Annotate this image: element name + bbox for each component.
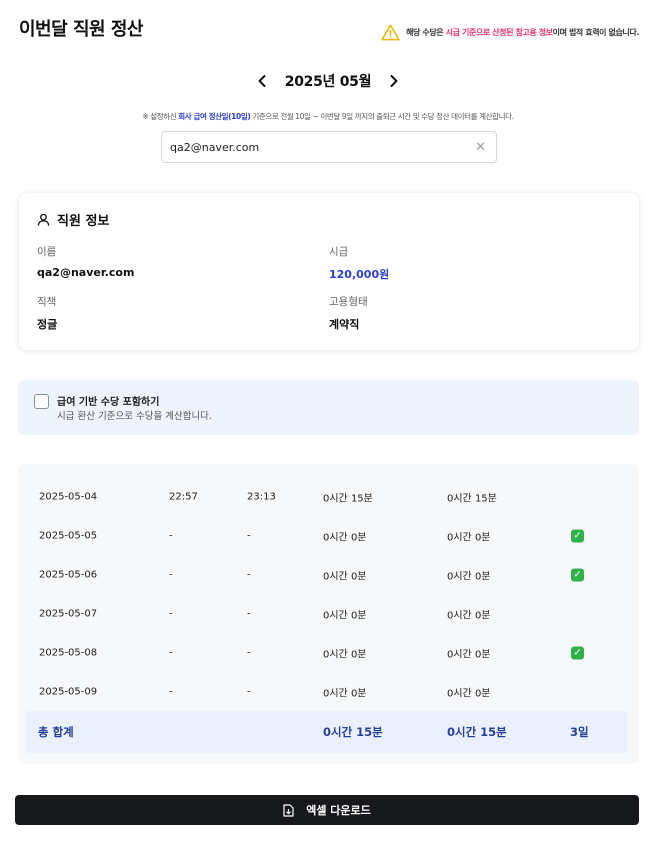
row-date: 2025-05-04 [39,491,98,502]
row-worked: 0시간 0분 [323,571,367,582]
total-days: 3일 [570,725,589,739]
disclaimer-notice: 해당 수당은 시급 기준으로 산정된 참고용 정보이며 법적 효력이 없습니다. [381,24,639,41]
desc-highlight: 회사 급여 정산일(10일) [178,112,251,121]
row-date: 2025-05-08 [39,647,98,658]
row-worked: 0시간 0분 [323,688,367,699]
include-allowance-option[interactable]: 급여 기반 수당 포함하기 시급 환산 기준으로 수당을 계산합니다. [18,380,639,435]
wage-label: 시급 [329,246,349,258]
row-clock-in: - [169,530,173,541]
table-row: 2025-05-04 22:57 23:13 0시간 15분 0시간 15분 [18,477,639,516]
row-paid: 0시간 0분 [447,532,491,543]
employment-field: 고용형태 계약직 [329,294,368,332]
desc-prefix: ※ 설정하신 [142,112,179,121]
employment-value: 계약직 [329,318,360,331]
settlement-description: ※ 설정하신 회사 급여 정산일(10일) 기준으로 전월 10일 ~ 이번달 … [0,111,656,122]
chevron-right-icon[interactable] [385,70,403,92]
total-label: 총 합계 [38,725,74,739]
row-paid: 0시간 0분 [447,649,491,660]
check-icon: ✓ [571,568,584,581]
desc-suffix: 기준으로 전월 10일 ~ 이번달 9일 까지의 출퇴근 시간 및 수당 정산 … [250,112,514,121]
row-clock-out: - [247,686,251,697]
table-row: 2025-05-07 - - 0시간 0분 0시간 0분 [18,594,639,633]
name-value: qa2@naver.com [37,266,135,279]
row-date: 2025-05-07 [39,608,98,619]
row-date: 2025-05-06 [39,569,98,580]
position-field: 직책 정글 [37,294,57,332]
current-month: 2025년 05월 [284,74,372,90]
excel-download-button[interactable]: 엑셀 다운로드 [15,795,639,825]
row-date: 2025-05-05 [39,530,98,541]
row-clock-out: 23:13 [247,491,276,502]
position-value: 정글 [37,318,58,331]
notice-prefix: 해당 수당은 [406,28,446,37]
chevron-left-icon[interactable] [253,70,271,92]
row-paid: 0시간 0분 [447,688,491,699]
month-navigator: 2025년 05월 [0,70,656,92]
page-title: 이번달 직원 정산 [19,19,143,40]
include-allowance-checkbox[interactable] [34,394,49,409]
row-paid: 0시간 15분 [447,493,497,504]
row-clock-out: - [247,569,251,580]
option-subtitle: 시급 환산 기준으로 수당을 계산합니다. [57,411,212,422]
row-clock-in: - [169,569,173,580]
row-clock-out: - [247,530,251,541]
close-icon[interactable]: ✕ [475,140,486,155]
notice-suffix: 이며 법적 효력이 없습니다. [552,28,640,37]
total-paid: 0시간 15분 [447,725,507,739]
check-icon: ✓ [571,646,584,659]
settlement-table: 2025-05-04 22:57 23:13 0시간 15분 0시간 15분 2025-0… [18,464,639,764]
notice-highlight: 시급 기준으로 산정된 참고용 정보 [445,28,553,37]
warning-icon [381,24,400,41]
table-row: 2025-05-09 - - 0시간 0분 0시간 0분 [18,672,639,711]
table-row: 2025-05-06 - - 0시간 0분 0시간 0분 ✓ [18,555,639,594]
employee-info-heading: 직원 정보 [37,210,109,229]
row-paid: 0시간 0분 [447,571,491,582]
employee-info-card: 직원 정보 이름 qa2@naver.com 시급 120,000원 직책 정글… [19,193,639,350]
row-date: 2025-05-09 [39,686,98,697]
row-worked: 0시간 0분 [323,610,367,621]
file-download-icon [283,803,294,817]
wage-value: 120,000원 [329,268,390,281]
row-clock-in: - [169,608,173,619]
wage-field: 시급 120,000원 [329,244,389,282]
table-row: 2025-05-08 - - 0시간 0분 0시간 0분 ✓ [18,633,639,672]
check-icon: ✓ [571,529,584,542]
row-worked: 0시간 0분 [323,532,367,543]
name-label: 이름 [37,246,57,258]
row-clock-in: - [169,647,173,658]
row-clock-out: - [247,608,251,619]
table-row: 2025-05-05 - - 0시간 0분 0시간 0분 ✓ [18,516,639,555]
row-paid: 0시간 0분 [447,610,491,621]
row-worked: 0시간 0분 [323,649,367,660]
name-field: 이름 qa2@naver.com [37,244,134,279]
search-value[interactable]: qa2@naver.com [170,141,475,154]
employee-search-input[interactable]: qa2@naver.com ✕ [161,131,497,163]
row-clock-out: - [247,647,251,658]
total-worked: 0시간 15분 [323,725,383,739]
employee-info-title: 직원 정보 [57,214,110,229]
row-worked: 0시간 15분 [323,493,373,504]
row-clock-in: - [169,686,173,697]
option-title: 급여 기반 수당 포함하기 [57,397,160,408]
download-label: 엑셀 다운로드 [306,804,371,817]
user-icon [37,213,50,226]
total-row: 총 합계 0시간 15분 0시간 15분 3일 [26,711,627,753]
row-clock-in: 22:57 [169,491,198,502]
position-label: 직책 [37,296,57,308]
employment-label: 고용형태 [329,296,368,308]
